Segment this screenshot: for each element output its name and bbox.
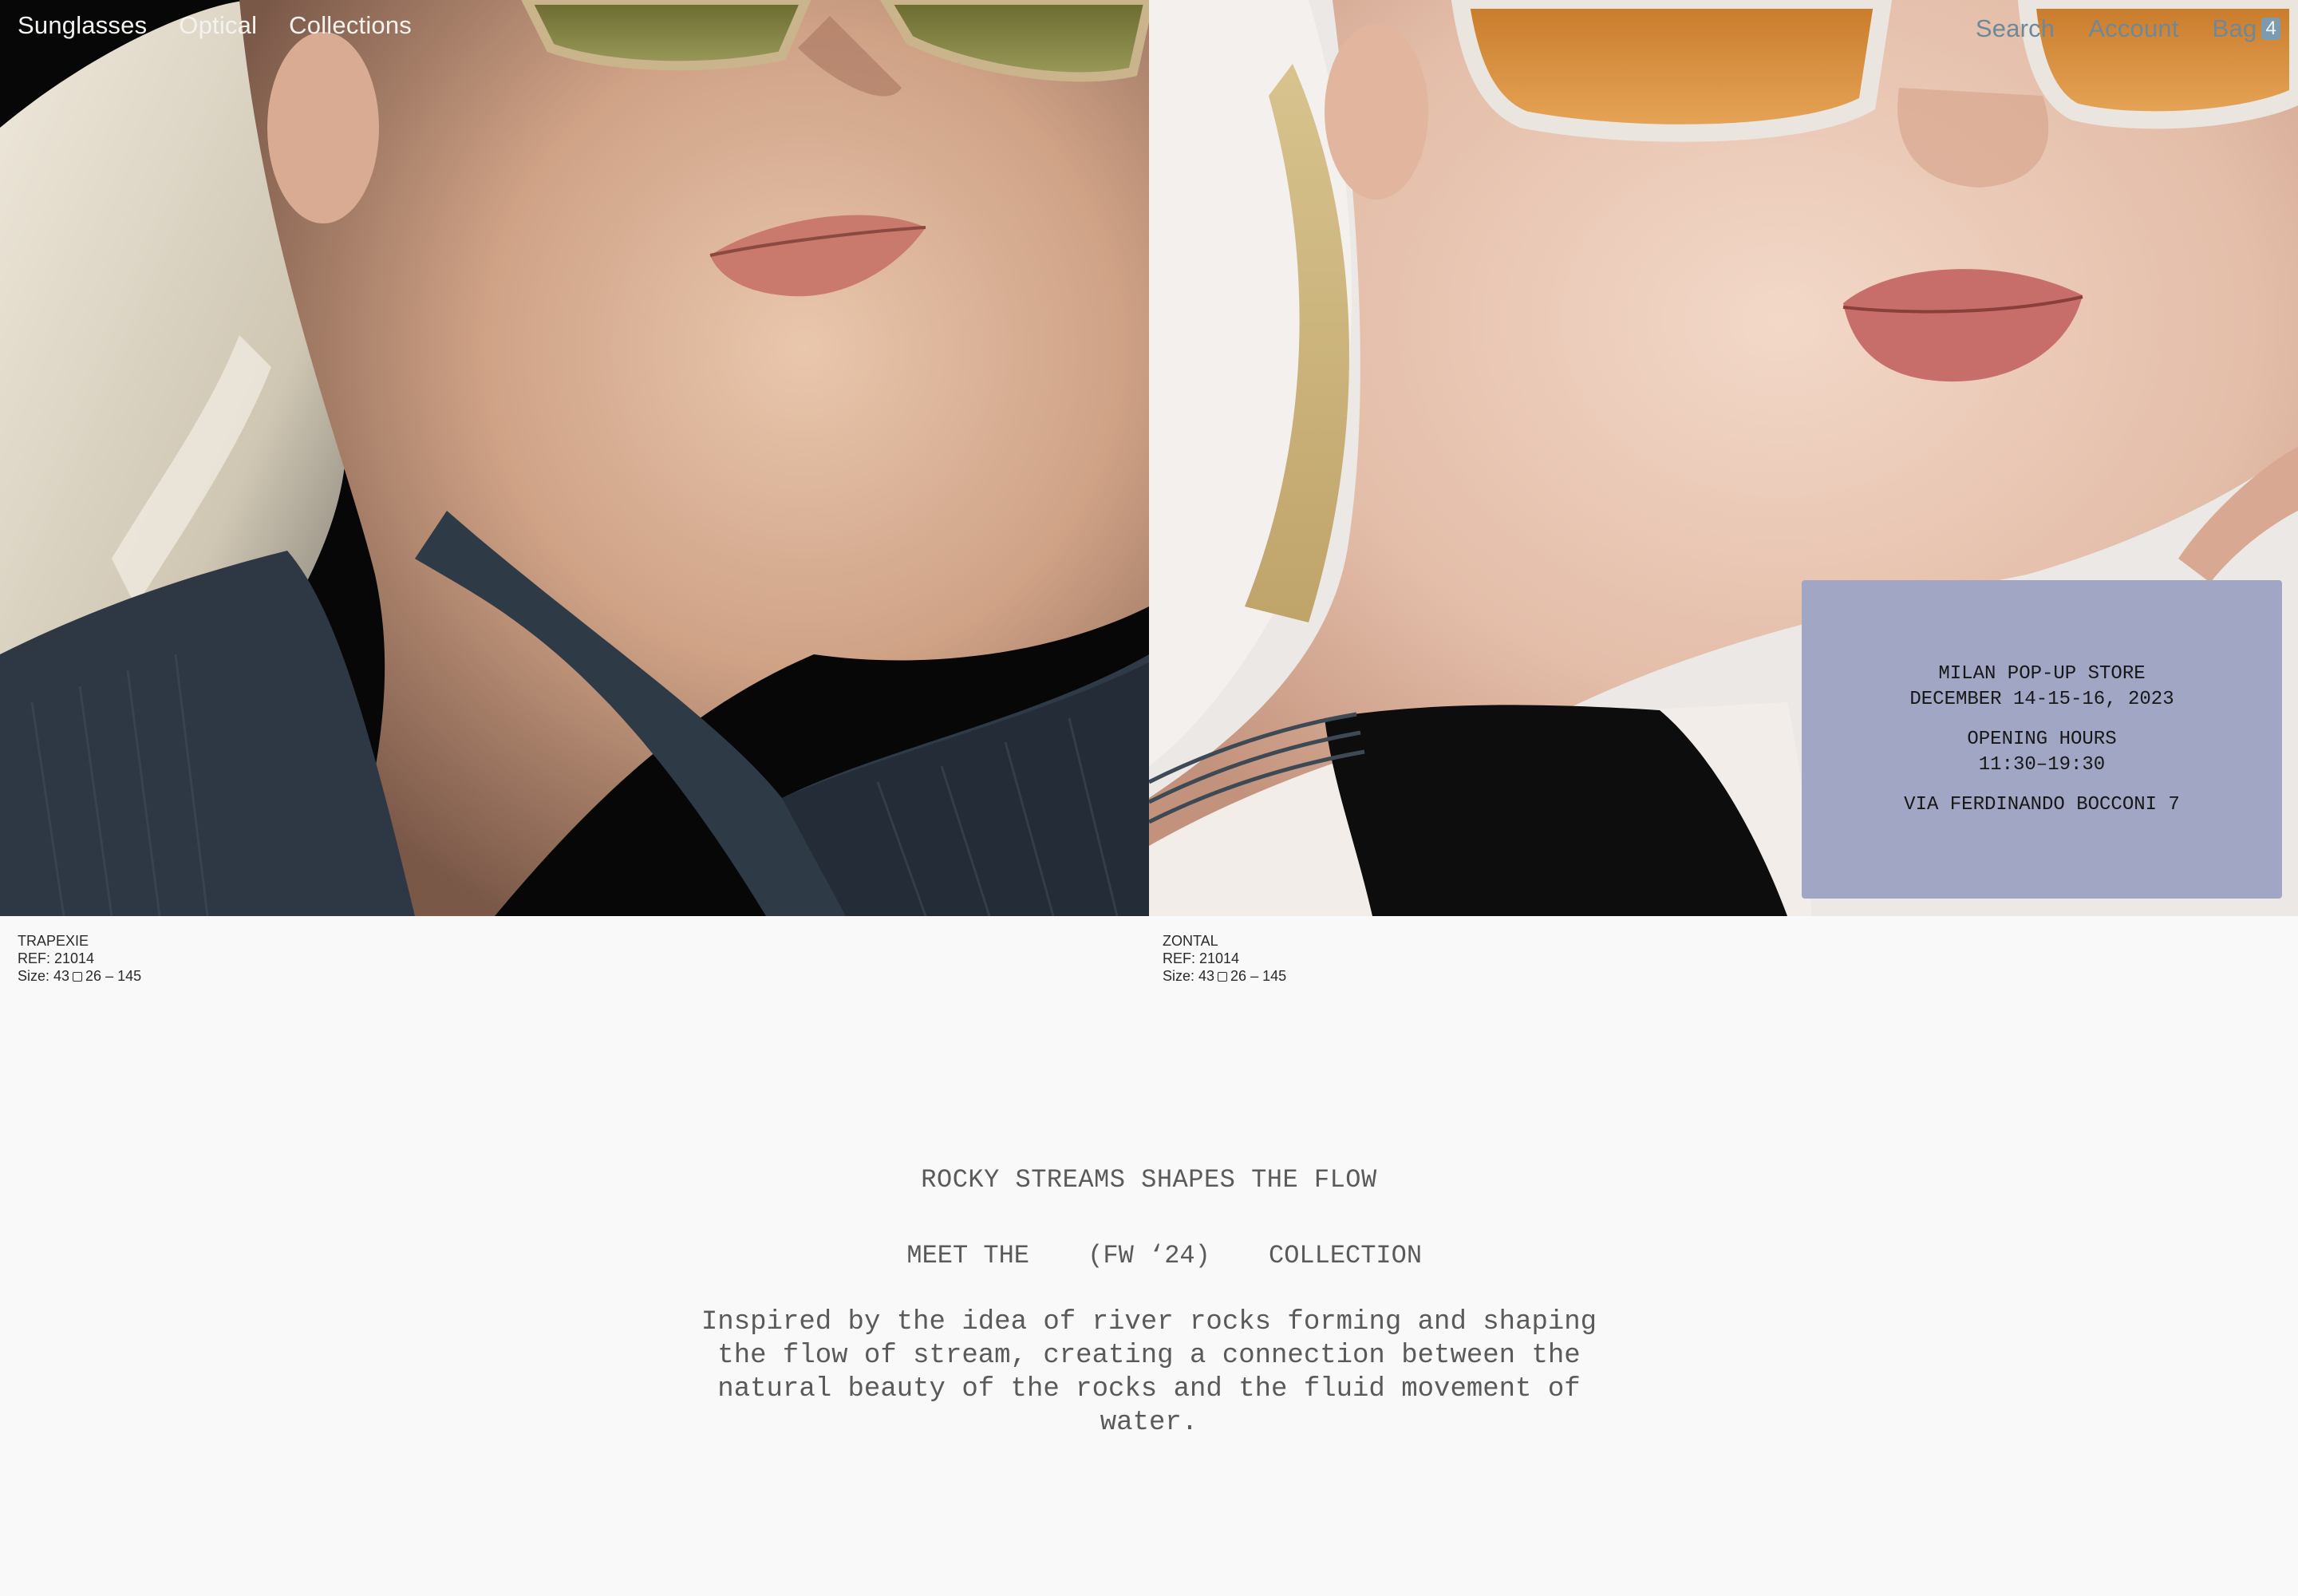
main-nav: Sunglasses Optical Collections [18,11,412,40]
popup-title: MILAN POP-UP STORE [1938,662,2146,685]
collection-headline: ROCKY STREAMS SHAPES THE FLOW [921,1165,1377,1195]
collection-text: COLLECTION [1269,1241,1423,1270]
collection-description: Inspired by the idea of river rocks form… [701,1307,1597,1438]
account-link[interactable]: Account [2088,14,2178,43]
bridge-icon [73,972,83,982]
product-name: TRAPEXIE [18,933,89,949]
product-size: Size: 43 26 – 145 [18,968,142,984]
product-ref: REF: 21014 [1163,950,1240,966]
popup-address: VIA FERDINANDO BOCCONI 7 [1904,793,2180,816]
nav-sunglasses[interactable]: Sunglasses [18,11,147,40]
product-name: ZONTAL [1163,933,1218,949]
meet-the-text: MEET THE [906,1241,1029,1270]
search-link[interactable]: Search [1976,14,2055,43]
popup-dates: DECEMBER 14-15-16, 2023 [1909,688,2174,710]
nav-optical[interactable]: Optical [179,11,257,40]
product-caption-trapexie[interactable]: TRAPEXIE REF: 21014 Size: 43 26 – 145 [18,932,141,985]
product-caption-zontal[interactable]: ZONTAL REF: 21014 Size: 43 26 – 145 [1163,932,1286,985]
bag-label: Bag [2212,14,2257,42]
collection-intro: ROCKY STREAMS SHAPES THE FLOW MEET THE (… [0,1165,2298,1440]
popup-store-announcement[interactable]: MILAN POP-UP STORE DECEMBER 14-15-16, 20… [1802,580,2282,899]
product-size: Size: 43 26 – 145 [1163,968,1287,984]
nav-collections[interactable]: Collections [289,11,412,40]
product-ref: REF: 21014 [18,950,95,966]
bag-count-badge: 4 [2261,18,2280,40]
product-image-trapexie[interactable] [0,0,1149,916]
popup-hours: 11:30–19:30 [1978,753,2106,776]
model-portrait-left [0,0,1149,916]
season-label: (FW ‘24) [1088,1241,1210,1270]
collection-subheading: MEET THE (FW ‘24) COLLECTION [0,1241,2298,1270]
popup-hours-label: OPENING HOURS [1967,728,2117,750]
bridge-icon [1218,972,1228,982]
utility-nav: Search Account Bag 4 [1976,14,2280,43]
bag-link[interactable]: Bag 4 [2213,14,2280,43]
